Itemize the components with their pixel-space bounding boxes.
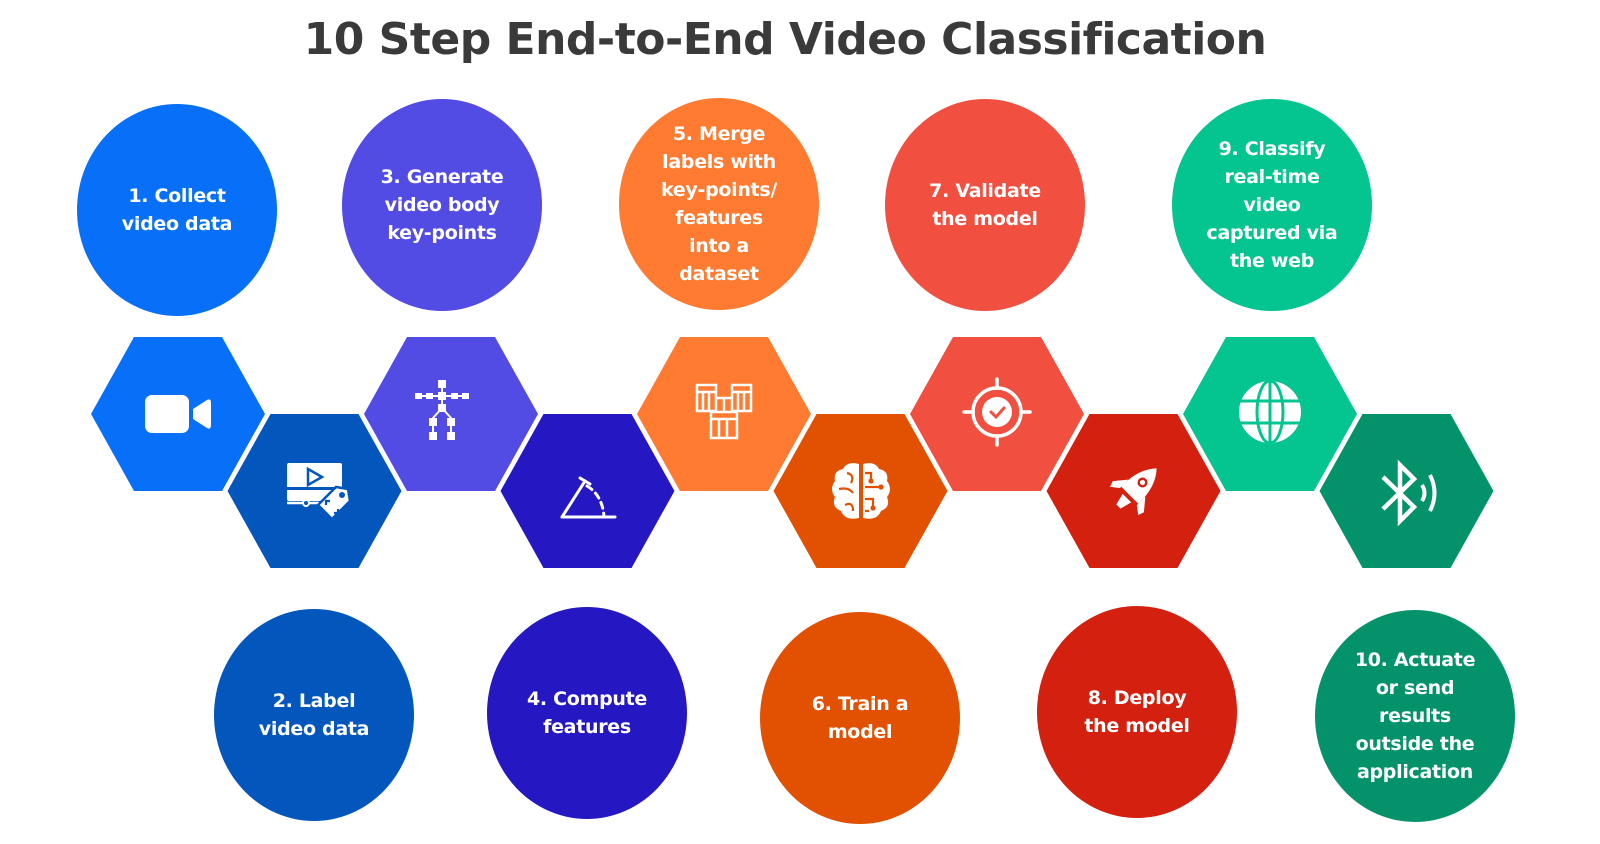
step-6-hexagon — [773, 414, 948, 568]
step-4-hexagon — [500, 414, 675, 568]
step-3-hexagon — [364, 337, 538, 491]
step-5-hexagon — [637, 337, 811, 491]
step-10-hexagon — [1319, 414, 1494, 568]
hexagon-chain — [91, 337, 1494, 568]
globe-icon — [1239, 379, 1301, 445]
